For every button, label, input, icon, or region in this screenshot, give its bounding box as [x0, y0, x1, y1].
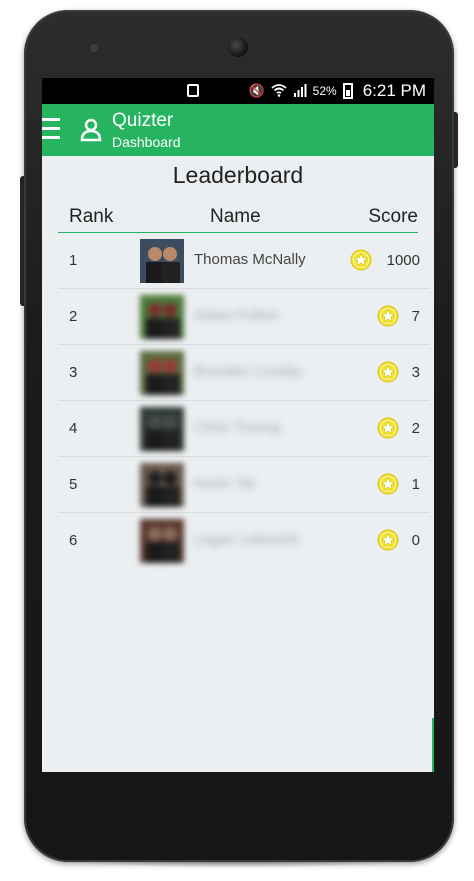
list-item[interactable]: 2 Adam Fulton 7 — [58, 289, 430, 345]
list-item[interactable]: 4 Chris Truong 2 — [58, 401, 430, 457]
avatar — [140, 239, 184, 283]
star-coin-icon — [350, 249, 372, 271]
rank-value: 6 — [69, 532, 78, 549]
list-item[interactable]: 1 Thomas McNally 1000 — [58, 233, 430, 289]
rank-value: 1 — [69, 252, 78, 269]
notification-icon — [187, 84, 199, 97]
score-value: 0 — [411, 532, 420, 549]
menu-icon[interactable] — [42, 118, 60, 140]
screen: 🔇 52% 6:21 PM Quizter Dashboard Leaderbo… — [42, 78, 434, 772]
battery-percent: 52% — [312, 84, 337, 98]
leaderboard-list: 1 Thomas McNally 1000 2 Adam Fulton 7 3 Brenden… — [42, 233, 434, 568]
scroll-edge — [432, 718, 434, 772]
avatar — [140, 519, 184, 563]
front-camera — [228, 37, 248, 57]
list-item[interactable]: 6 Logan Lebrecht 0 — [58, 513, 430, 568]
rank-value: 5 — [69, 476, 78, 493]
column-header-score: Score — [368, 206, 418, 227]
score-value: 1000 — [386, 252, 420, 269]
player-name: Chris Truong — [194, 419, 280, 436]
app-bar: Quizter Dashboard — [42, 104, 434, 156]
player-name: Logan Lebrecht — [194, 531, 299, 548]
avatar — [140, 295, 184, 339]
clock: 6:21 PM — [362, 81, 426, 100]
star-coin-icon — [377, 305, 399, 327]
score-value: 2 — [411, 420, 420, 437]
star-coin-icon — [377, 473, 399, 495]
status-bar: 🔇 52% 6:21 PM — [42, 78, 434, 104]
star-coin-icon — [377, 361, 399, 383]
avatar — [140, 351, 184, 395]
player-name: Brenden Crosby — [194, 363, 303, 380]
column-header-rank: Rank — [69, 206, 114, 227]
avatar — [140, 463, 184, 507]
app-subtitle: Dashboard — [112, 134, 181, 150]
score-value: 3 — [411, 364, 420, 381]
score-value: 7 — [411, 308, 420, 325]
avatar — [140, 407, 184, 451]
list-item[interactable]: 5 Kevin Tai 1 — [58, 457, 430, 513]
player-name: Thomas McNally — [194, 251, 306, 268]
app-title: Quizter — [112, 110, 174, 131]
star-coin-icon — [377, 529, 399, 551]
player-name: Kevin Tai — [194, 475, 255, 492]
signal-icon — [293, 83, 307, 100]
wifi-icon — [271, 83, 287, 100]
user-icon[interactable] — [80, 118, 102, 142]
battery-icon — [342, 83, 353, 99]
rank-value: 3 — [69, 364, 78, 381]
proximity-sensor — [90, 44, 98, 52]
column-header-name: Name — [210, 206, 261, 227]
score-value: 1 — [411, 476, 420, 493]
rank-value: 2 — [69, 308, 78, 325]
player-name: Adam Fulton — [194, 307, 280, 324]
table-header: Rank Name Score — [58, 192, 418, 233]
list-item[interactable]: 3 Brenden Crosby 3 — [58, 345, 430, 401]
mute-icon: 🔇 — [248, 83, 265, 98]
page-title: Leaderboard — [172, 162, 304, 188]
rank-value: 4 — [69, 420, 78, 437]
star-coin-icon — [377, 417, 399, 439]
